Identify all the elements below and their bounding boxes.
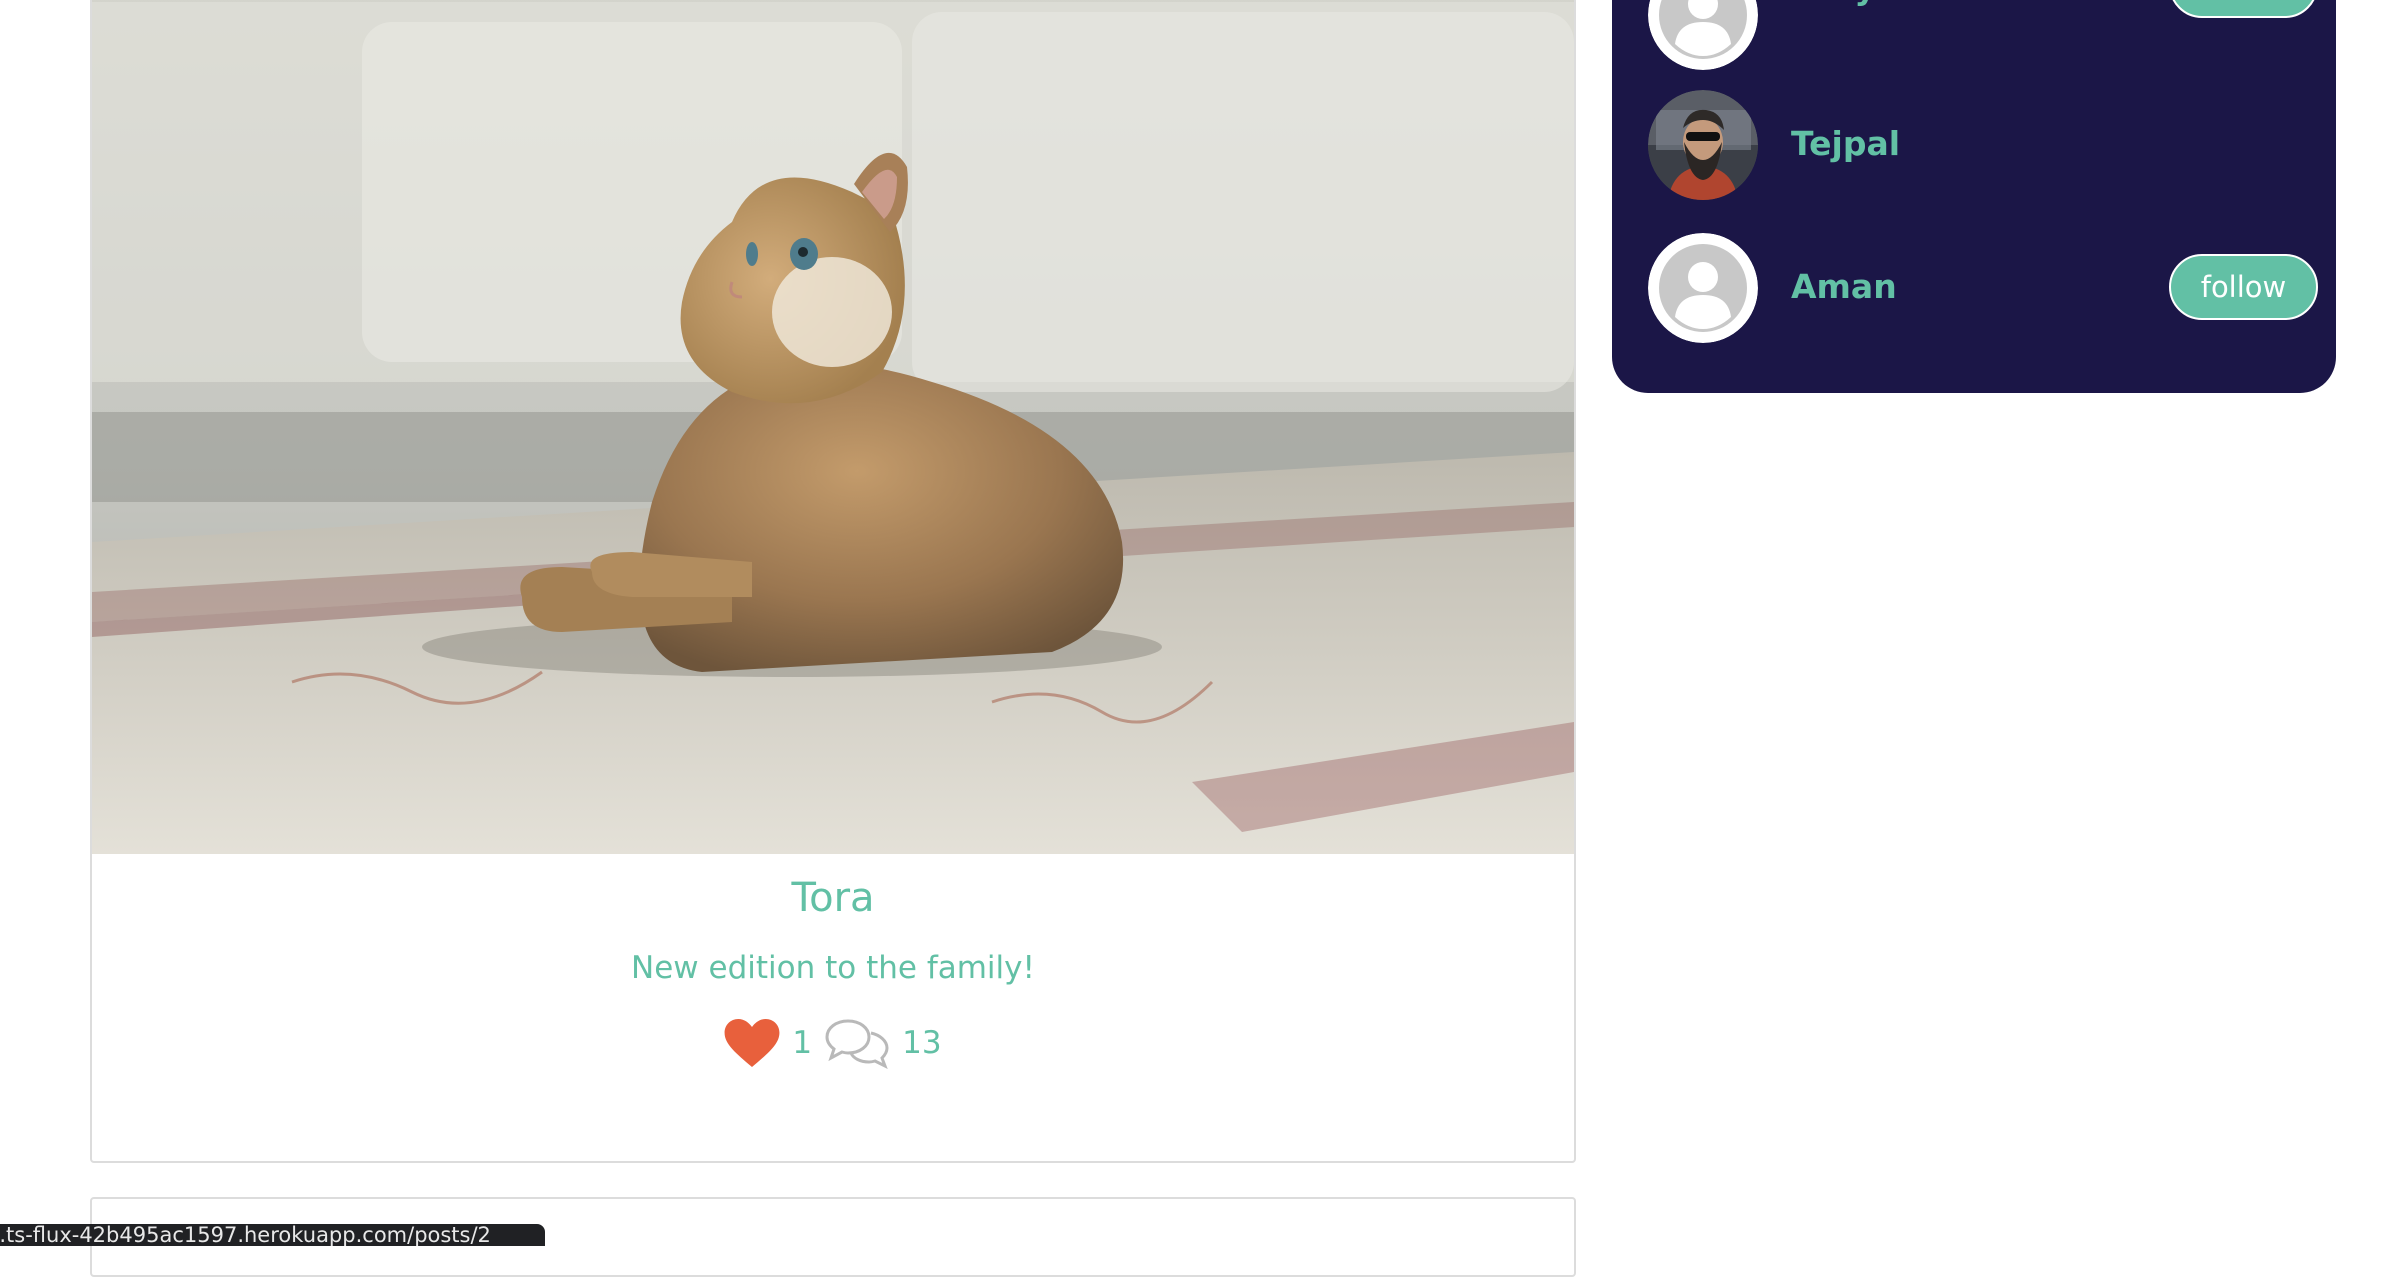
suggestions-panel: savy follow Tejpal [1612,0,2336,393]
status-url-text: ...ts-flux-42b495ac1597.herokuapp.com/po… [0,1224,491,1246]
default-avatar-icon[interactable] [1648,0,1758,70]
suggestion-row: Tejpal [1648,90,2318,200]
status-bar-url: ...ts-flux-42b495ac1597.herokuapp.com/po… [0,1224,545,1246]
suggestion-username[interactable]: savy [1791,0,1876,7]
post-actions: 1 13 [92,1017,1574,1069]
default-avatar-icon[interactable] [1648,233,1758,343]
post-image[interactable] [92,0,1574,854]
comment-count: 13 [902,1025,942,1061]
like-count: 1 [792,1025,813,1061]
suggestion-username[interactable]: Aman [1791,267,1897,306]
follow-button[interactable]: follow [2169,254,2318,320]
user-avatar[interactable] [1648,90,1758,200]
like-button[interactable]: 1 [724,1019,812,1067]
suggestion-row: Aman follow [1648,233,2318,343]
post-card: Tora New edition to the family! 1 13 [90,0,1576,1163]
post-caption: New edition to the family! [631,950,1035,986]
post-title[interactable]: Tora [92,875,1574,921]
cat-photo [92,0,1574,854]
comment-bubbles-icon [825,1019,889,1069]
heart-icon [724,1019,780,1067]
suggestion-row: savy follow [1648,0,2318,70]
comment-button[interactable]: 13 [824,1017,942,1069]
follow-button[interactable]: follow [2169,0,2318,18]
suggestion-username[interactable]: Tejpal [1791,124,1900,163]
